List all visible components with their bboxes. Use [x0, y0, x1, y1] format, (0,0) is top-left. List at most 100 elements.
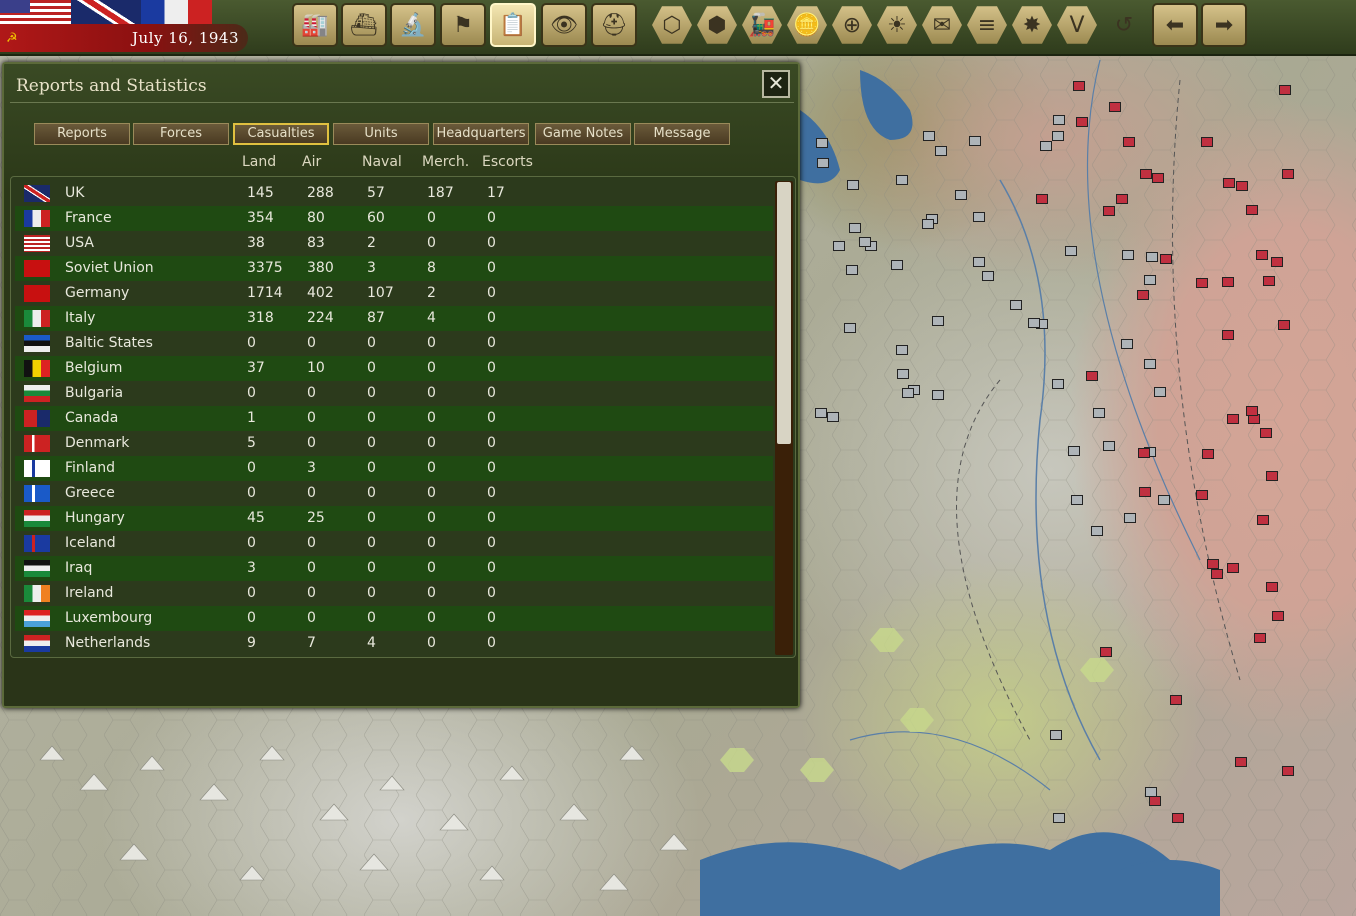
table-row[interactable]: USA 38 83 2 0 0 [15, 231, 773, 256]
unit-counter[interactable] [1245, 405, 1258, 416]
column-header-escorts[interactable]: Escorts [482, 154, 533, 170]
unit-counter[interactable] [1136, 290, 1149, 301]
unit-counter[interactable] [1145, 252, 1158, 263]
diplomacy-button[interactable]: ⚑ [440, 3, 486, 47]
unit-counter[interactable] [1171, 812, 1184, 823]
table-row[interactable]: Netherlands 9 7 4 0 0 [15, 631, 773, 656]
unit-counter[interactable] [1282, 169, 1295, 180]
tab-message[interactable]: Message [634, 123, 730, 145]
unit-counter[interactable] [895, 175, 908, 186]
unit-counter[interactable] [833, 241, 846, 252]
unit-counter[interactable] [1207, 558, 1220, 569]
unit-counter[interactable] [931, 390, 944, 401]
intel-button[interactable]: 👁 [541, 3, 587, 47]
unit-counter[interactable] [1123, 137, 1136, 148]
production-button[interactable]: 🏭 [292, 3, 338, 47]
tab-forces[interactable]: Forces [133, 123, 229, 145]
prev-turn-button[interactable]: ⬅ [1152, 3, 1198, 47]
unit-counter[interactable] [826, 411, 839, 422]
table-row[interactable]: Soviet Union 3375 380 3 8 0 [15, 256, 773, 281]
next-turn-button[interactable]: ➡ [1201, 3, 1247, 47]
column-header-naval[interactable]: Naval [362, 154, 402, 170]
tab-units[interactable]: Units [333, 123, 429, 145]
unit-counter[interactable] [1223, 177, 1236, 188]
table-row[interactable]: Luxembourg 0 0 0 0 0 [15, 606, 773, 631]
unit-counter[interactable] [1169, 694, 1182, 705]
unit-counter[interactable] [1278, 85, 1291, 96]
unit-counter[interactable] [968, 135, 981, 146]
table-row[interactable]: Iceland 0 0 0 0 0 [15, 531, 773, 556]
unit-counter[interactable] [1154, 386, 1167, 397]
table-row[interactable]: Hungary 45 25 0 0 0 [15, 506, 773, 531]
unit-counter[interactable] [982, 270, 995, 281]
unit-counter[interactable] [1222, 329, 1235, 340]
unit-counter[interactable] [972, 211, 985, 222]
unit-counter[interactable] [1103, 206, 1115, 217]
unit-counter[interactable] [1085, 371, 1098, 382]
unit-counter[interactable] [1039, 140, 1052, 151]
unit-counter[interactable] [814, 407, 827, 418]
unit-counter[interactable] [1263, 275, 1276, 286]
unit-counter[interactable] [1075, 117, 1088, 128]
unit-counter[interactable] [1122, 250, 1135, 261]
unit-counter[interactable] [1144, 275, 1157, 286]
tab-headquarters[interactable]: Headquarters [433, 123, 529, 145]
unit-counter[interactable] [1149, 795, 1162, 806]
unit-counter[interactable] [1226, 414, 1239, 425]
unit-counter[interactable] [1067, 445, 1080, 456]
hex-grid-button[interactable]: ⬡ [650, 3, 694, 47]
unit-counter[interactable] [932, 315, 945, 326]
unit-counter[interactable] [1265, 470, 1278, 481]
unit-counter[interactable] [935, 145, 948, 156]
table-row[interactable]: Greece 0 0 0 0 0 [15, 481, 773, 506]
unit-counter[interactable] [973, 256, 986, 267]
column-header-air[interactable]: Air [302, 154, 321, 170]
unit-counter[interactable] [845, 265, 858, 276]
unit-counter[interactable] [923, 130, 936, 141]
unit-counter[interactable] [1072, 80, 1085, 91]
unit-counter[interactable] [1235, 181, 1248, 192]
unit-counter[interactable] [1071, 494, 1084, 505]
tab-reports[interactable]: Reports [34, 123, 130, 145]
unit-counter[interactable] [1144, 359, 1157, 370]
weather-button[interactable]: ☀ [875, 3, 919, 47]
unit-counter[interactable] [1196, 490, 1209, 501]
unit-counter[interactable] [1265, 581, 1278, 592]
rail-button[interactable]: 🚂 [740, 3, 784, 47]
unit-counter[interactable] [1270, 256, 1283, 267]
unit-counter[interactable] [1053, 813, 1066, 824]
tab-casualties[interactable]: Casualties [233, 123, 329, 145]
unit-counter[interactable] [843, 323, 856, 334]
table-row[interactable]: Ireland 0 0 0 0 0 [15, 581, 773, 606]
research-button[interactable]: ⛴ [341, 3, 387, 47]
close-button[interactable]: ✕ [762, 70, 790, 98]
table-row[interactable]: Finland 0 3 0 0 0 [15, 456, 773, 481]
unit-counter[interactable] [922, 219, 935, 230]
unit-counter[interactable] [1036, 194, 1049, 205]
supply-button[interactable]: ⬢ [695, 3, 739, 47]
table-row[interactable]: Germany 1714 402 107 2 0 [15, 281, 773, 306]
unit-counter[interactable] [1221, 277, 1234, 288]
unit-counter[interactable] [849, 223, 862, 234]
unit-counter[interactable] [1115, 193, 1128, 204]
unit-counter[interactable] [1139, 169, 1152, 179]
unit-counter[interactable] [1138, 448, 1151, 459]
resources-button[interactable]: 🪙 [785, 3, 829, 47]
unit-counter[interactable] [1256, 514, 1269, 525]
unit-counter[interactable] [1100, 647, 1113, 658]
unit-counter[interactable] [1159, 253, 1172, 264]
unit-counter[interactable] [1157, 494, 1170, 505]
unit-counter[interactable] [954, 189, 967, 200]
unit-counter[interactable] [1093, 407, 1106, 418]
table-row[interactable]: Denmark 5 0 0 0 0 [15, 431, 773, 456]
combat-button[interactable]: ✸ [1010, 3, 1054, 47]
unit-counter[interactable] [1151, 172, 1164, 183]
unit-counter[interactable] [1051, 130, 1064, 141]
unit-counter[interactable] [1245, 204, 1258, 215]
unit-counter[interactable] [1009, 299, 1022, 310]
column-header-merch[interactable]: Merch. [422, 154, 469, 170]
unit-counter[interactable] [1253, 633, 1266, 644]
reports-button[interactable]: 📋 [490, 3, 536, 47]
target-button[interactable]: ⊕ [830, 3, 874, 47]
unit-counter[interactable] [1109, 101, 1122, 112]
